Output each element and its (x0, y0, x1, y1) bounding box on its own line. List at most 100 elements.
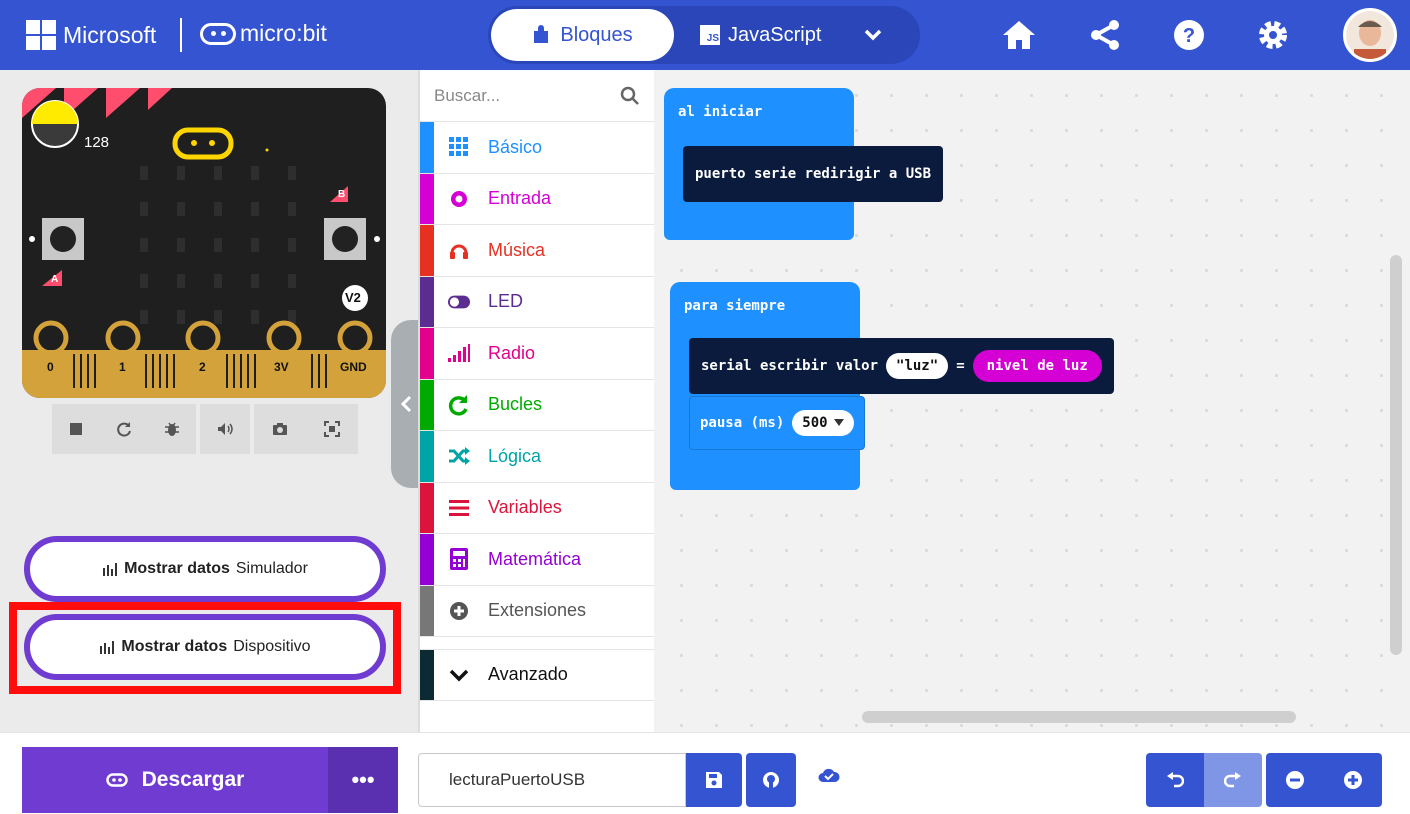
download-button[interactable]: Descargar (22, 747, 328, 813)
zoom-out-button[interactable] (1266, 753, 1324, 807)
category-label: Avanzado (488, 664, 568, 685)
download-more-button[interactable]: ••• (328, 747, 398, 813)
screenshot-icon[interactable] (271, 420, 289, 438)
pin-1-label[interactable]: 1 (119, 360, 126, 374)
restart-icon[interactable] (115, 420, 133, 438)
chevron-down-icon (448, 664, 470, 686)
lines-icon (448, 497, 470, 519)
brand-label: Microsoft (63, 21, 157, 48)
pause-value-dropdown[interactable]: 500 (792, 410, 854, 436)
microsoft-logo[interactable]: Microsoft (26, 20, 156, 50)
gear-icon (1259, 21, 1287, 49)
microbit-logo[interactable]: micro:bit (200, 20, 327, 47)
show-data-sim-label: Mostrar datos (124, 560, 230, 577)
category-input[interactable]: Entrada (420, 173, 654, 225)
headphones-icon (448, 239, 470, 261)
github-button[interactable] (746, 753, 796, 807)
user-avatar[interactable] (1343, 8, 1397, 62)
top-bar: Microsoft micro:bit Bloques JS JavaScrip… (0, 0, 1410, 70)
help-button[interactable]: ? (1171, 17, 1207, 53)
category-label: Básico (488, 136, 543, 157)
pin-3v-label[interactable]: 3V (274, 360, 289, 374)
category-led[interactable]: LED (420, 276, 654, 328)
forever-label: para siempre (684, 298, 786, 314)
loop-icon (448, 394, 470, 416)
equals-label: = (956, 358, 965, 374)
javascript-mode-label: JavaScript (728, 23, 822, 46)
sim-sound-group (200, 404, 250, 454)
blocks-workspace[interactable]: al iniciar puerto serie redirigir a USB … (654, 70, 1410, 732)
sim-run-controls (52, 404, 196, 454)
block-toolbox: Buscar... Básico Entrada Música LED Radi… (418, 70, 654, 732)
circle-icon (448, 188, 470, 210)
github-icon (763, 772, 779, 788)
pause-value: 500 (802, 415, 828, 431)
board-graphic (22, 88, 386, 398)
settings-button[interactable] (1255, 17, 1291, 53)
pause-block[interactable]: pausa (ms) 500 (689, 396, 865, 450)
js-icon: JS (700, 25, 720, 45)
category-logic[interactable]: Lógica (420, 431, 654, 483)
sound-icon[interactable] (216, 420, 234, 438)
light-level-reporter[interactable]: nivel de luz (972, 350, 1102, 382)
search-input[interactable]: Buscar... (434, 86, 500, 106)
button-b-label: B (338, 189, 346, 200)
category-label: Lógica (488, 445, 542, 466)
on-start-label: al iniciar (678, 104, 763, 120)
horizontal-scrollbar[interactable] (862, 711, 1296, 723)
save-button[interactable] (686, 753, 742, 807)
pin-gnd-label[interactable]: GND (340, 360, 367, 374)
category-advanced[interactable]: Avanzado (420, 649, 654, 701)
signal-icon (448, 342, 470, 364)
language-dropdown-button[interactable] (862, 20, 884, 55)
category-variables[interactable]: Variables (420, 482, 654, 534)
share-button[interactable] (1087, 17, 1123, 53)
blocks-mode-button[interactable]: Bloques (491, 9, 674, 61)
javascript-mode-button[interactable]: JS JavaScript (700, 9, 860, 61)
bottom-bar: Descargar ••• lecturaPuertoUSB (0, 732, 1410, 814)
debug-icon[interactable] (163, 420, 181, 438)
undo-icon (1167, 772, 1184, 788)
category-math[interactable]: Matemática (420, 534, 654, 586)
pin-2-label[interactable]: 2 (199, 360, 206, 374)
category-radio[interactable]: Radio (420, 328, 654, 380)
show-data-sim-target: Simulador (235, 560, 308, 577)
category-music[interactable]: Música (420, 225, 654, 277)
show-data-simulator-button[interactable]: Mostrar datos Simulador (24, 536, 386, 602)
project-name-input[interactable]: lecturaPuertoUSB (418, 753, 686, 807)
stop-icon[interactable] (67, 420, 85, 438)
redo-button[interactable] (1204, 753, 1262, 807)
category-label: LED (488, 291, 524, 312)
pause-label: pausa (ms) (700, 415, 785, 431)
svg-text:?: ? (1183, 25, 1195, 47)
serial-key-input[interactable]: "luz" (886, 353, 949, 379)
cloud-sync-icon[interactable] (818, 767, 840, 788)
light-level-value: 128 (84, 134, 110, 151)
toolbox-search[interactable]: Buscar... (420, 70, 654, 122)
blocks-mode-label: Bloques (560, 23, 633, 46)
collapse-simulator-button[interactable] (391, 320, 421, 488)
zoom-in-button[interactable] (1324, 753, 1382, 807)
zoom-out-icon (1286, 771, 1304, 789)
serial-write-value-block[interactable]: serial escribir valor "luz" = nivel de l… (689, 338, 1114, 394)
microbit-simulator-board[interactable]: 128 B A V2 0 1 2 3V GND (22, 88, 386, 398)
category-loops[interactable]: Bucles (420, 379, 654, 431)
caret-down-icon (833, 419, 844, 426)
category-label: Bucles (488, 394, 543, 415)
undo-button[interactable] (1146, 753, 1204, 807)
serial-redirect-block[interactable]: puerto serie redirigir a USB (683, 146, 944, 202)
share-icon (1091, 20, 1119, 50)
search-icon[interactable] (620, 86, 640, 106)
user-face-icon (1346, 11, 1394, 59)
category-extensions[interactable]: Extensiones (420, 585, 654, 637)
zoom-in-icon (1344, 771, 1362, 789)
home-button[interactable] (1001, 17, 1037, 53)
grid-icon (448, 136, 470, 158)
puzzle-icon (534, 25, 549, 43)
vertical-scrollbar[interactable] (1390, 255, 1402, 655)
fullscreen-icon[interactable] (323, 420, 341, 438)
pin-0-label[interactable]: 0 (47, 360, 54, 374)
redo-icon (1224, 772, 1241, 788)
category-basic[interactable]: Básico (420, 122, 654, 174)
bar-chart-icon (103, 563, 118, 576)
